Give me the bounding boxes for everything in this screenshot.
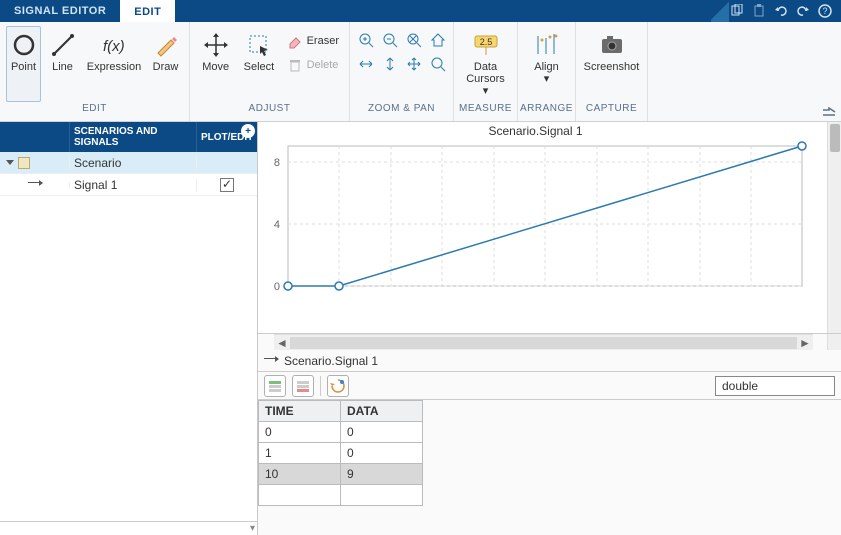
screenshot-label: Screenshot bbox=[584, 61, 640, 73]
move-label: Move bbox=[202, 61, 229, 73]
undo-icon[interactable] bbox=[773, 3, 789, 19]
move-button[interactable]: Move bbox=[196, 26, 235, 102]
delete-label: Delete bbox=[307, 59, 339, 71]
line-button[interactable]: Line bbox=[45, 26, 80, 102]
point-icon bbox=[10, 31, 38, 59]
plot-title: Scenario.Signal 1 bbox=[258, 124, 813, 138]
ribbon-collapse-button[interactable] bbox=[817, 22, 841, 121]
svg-text:8: 8 bbox=[274, 157, 280, 169]
zoom-out-icon[interactable] bbox=[380, 30, 400, 50]
draw-button[interactable]: Draw bbox=[148, 26, 183, 102]
expand-icon[interactable] bbox=[6, 160, 14, 165]
eraser-label: Eraser bbox=[307, 35, 339, 47]
svg-text:?: ? bbox=[822, 6, 827, 16]
expression-label: Expression bbox=[87, 61, 141, 73]
signal-icon bbox=[28, 182, 42, 188]
align-icon bbox=[533, 31, 561, 59]
signal-header-icon bbox=[264, 358, 278, 364]
hscroll-right-icon[interactable]: ► bbox=[797, 336, 813, 350]
select-button[interactable]: Select bbox=[239, 26, 278, 102]
table-row[interactable]: 109 bbox=[259, 464, 423, 485]
move-icon bbox=[202, 31, 230, 59]
eraser-icon bbox=[287, 33, 303, 49]
signal-panel-header: Scenario.Signal 1 bbox=[258, 350, 841, 372]
copy-icon[interactable] bbox=[729, 3, 745, 19]
dtype-display[interactable]: double bbox=[715, 376, 835, 396]
select-label: Select bbox=[244, 61, 275, 73]
tree-menu-button[interactable]: ▾ bbox=[250, 523, 255, 534]
pan-xy-icon[interactable] bbox=[404, 54, 424, 74]
toolbar-separator bbox=[320, 376, 321, 396]
tree-footer: ▾ bbox=[0, 521, 257, 535]
tree-scenario-label: Scenario bbox=[70, 156, 197, 170]
data-cursors-label: DataCursors ▾ bbox=[463, 61, 508, 97]
screenshot-button[interactable]: Screenshot bbox=[582, 26, 642, 102]
plot-chart[interactable]: 0 4 8 bbox=[258, 126, 812, 302]
draw-icon bbox=[152, 31, 180, 59]
table-row[interactable]: 10 bbox=[259, 443, 423, 464]
th-data[interactable]: DATA bbox=[341, 401, 423, 422]
plot-hscroll[interactable]: ◄ ► bbox=[274, 334, 813, 350]
plot-checkbox[interactable] bbox=[220, 178, 234, 192]
refresh-button[interactable] bbox=[327, 375, 349, 397]
insert-row-after-button[interactable] bbox=[292, 375, 314, 397]
pan-y-icon[interactable] bbox=[380, 54, 400, 74]
home-icon[interactable] bbox=[428, 30, 448, 50]
data-cursors-icon: 2.5 bbox=[472, 31, 500, 59]
zoom-reset-icon[interactable] bbox=[428, 54, 448, 74]
tree-header-scenarios: SCENARIOS AND SIGNALS bbox=[70, 122, 197, 152]
topbar-spacer bbox=[175, 0, 729, 22]
zoom-in-icon[interactable] bbox=[356, 30, 376, 50]
table-row-empty[interactable] bbox=[259, 485, 423, 506]
svg-text:2.5: 2.5 bbox=[479, 37, 492, 47]
align-button[interactable]: Align▾ bbox=[524, 26, 569, 102]
adjust-group-label: ADJUST bbox=[190, 103, 349, 121]
delete-icon bbox=[287, 57, 303, 73]
tree-header: SCENARIOS AND SIGNALS PLOT/EDIT + bbox=[0, 122, 257, 152]
paste-icon[interactable] bbox=[751, 3, 767, 19]
tree-body bbox=[0, 196, 257, 521]
expression-button[interactable]: f(x) Expression bbox=[84, 26, 144, 102]
line-label: Line bbox=[52, 61, 73, 73]
point-button[interactable]: Point bbox=[6, 26, 41, 102]
capture-group-label: CAPTURE bbox=[576, 103, 647, 121]
tree-row-signal[interactable]: Signal 1 bbox=[0, 174, 257, 196]
plot-vscroll[interactable] bbox=[827, 122, 841, 333]
data-table[interactable]: TIME DATA 00 10 109 bbox=[258, 400, 423, 506]
data-cursors-button[interactable]: 2.5 DataCursors ▾ bbox=[460, 26, 511, 102]
ribbon-spacer bbox=[648, 22, 817, 121]
pan-x-icon[interactable] bbox=[356, 54, 376, 74]
scenario-icon bbox=[18, 157, 30, 169]
svg-text:4: 4 bbox=[274, 219, 280, 231]
th-time[interactable]: TIME bbox=[259, 401, 341, 422]
delete-button: Delete bbox=[283, 54, 343, 76]
zoom-fit-icon[interactable] bbox=[404, 30, 424, 50]
svg-text:f(x): f(x) bbox=[103, 38, 125, 55]
edit-group-label: EDIT bbox=[0, 103, 189, 121]
arrange-group-label: ARRANGE bbox=[518, 103, 575, 121]
expression-icon: f(x) bbox=[100, 31, 128, 59]
redo-icon[interactable] bbox=[795, 3, 811, 19]
hscroll-left-icon[interactable]: ◄ bbox=[274, 336, 290, 350]
svg-text:0: 0 bbox=[274, 281, 280, 293]
draw-label: Draw bbox=[153, 61, 179, 73]
line-icon bbox=[49, 31, 77, 59]
tree-signal-label: Signal 1 bbox=[70, 178, 197, 192]
zoom-group-label: ZOOM & PAN bbox=[350, 103, 453, 121]
table-row[interactable]: 00 bbox=[259, 422, 423, 443]
tree-row-scenario[interactable]: Scenario bbox=[0, 152, 257, 174]
tab-edit[interactable]: EDIT bbox=[120, 0, 175, 22]
help-icon[interactable]: ? bbox=[817, 3, 833, 19]
signal-panel-name: Scenario.Signal 1 bbox=[284, 354, 378, 368]
screenshot-icon bbox=[598, 31, 626, 59]
select-icon bbox=[245, 31, 273, 59]
eraser-button[interactable]: Eraser bbox=[283, 30, 343, 52]
measure-group-label: MEASURE bbox=[454, 103, 517, 121]
insert-row-before-button[interactable] bbox=[264, 375, 286, 397]
align-label: Align▾ bbox=[534, 61, 558, 85]
point-label: Point bbox=[11, 61, 36, 73]
tab-signal-editor[interactable]: SIGNAL EDITOR bbox=[0, 0, 120, 22]
add-scenario-button[interactable]: + bbox=[241, 124, 255, 138]
